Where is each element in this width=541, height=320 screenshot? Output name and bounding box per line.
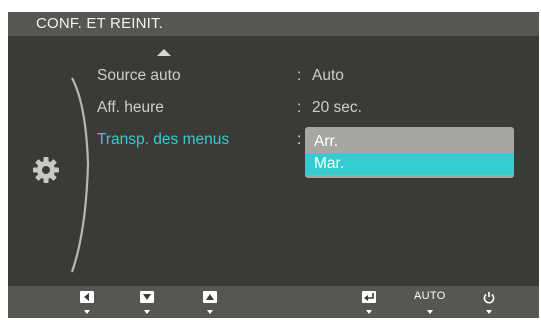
menu-item-label: Aff. heure bbox=[97, 99, 164, 116]
menu-item-separator: : bbox=[297, 99, 302, 116]
title-bar: CONF. ET REINIT. bbox=[8, 12, 539, 36]
menu-item-label: Transp. des menus bbox=[97, 131, 230, 148]
down-arrow-icon bbox=[140, 291, 154, 303]
indicator-down-icon bbox=[486, 310, 492, 314]
indicator-down-icon bbox=[427, 310, 433, 314]
osd-menu-window: CONF. ET REINIT. Source auto : Auto Aff.… bbox=[8, 12, 539, 318]
left-arrow-icon bbox=[80, 291, 94, 303]
option-label: Mar. bbox=[314, 155, 345, 172]
menu-item-separator: : bbox=[297, 67, 302, 84]
button-guide-bar: AUTO bbox=[8, 286, 539, 318]
indicator-down-icon bbox=[207, 310, 213, 314]
menu-item-value: Auto bbox=[312, 67, 344, 84]
menu-item-value: 20 sec. bbox=[312, 99, 362, 116]
power-icon bbox=[483, 292, 495, 304]
gear-icon bbox=[33, 157, 59, 183]
option-label: Arr. bbox=[314, 133, 339, 150]
indicator-down-icon bbox=[144, 310, 150, 314]
enter-icon bbox=[362, 291, 376, 303]
indicator-down-icon bbox=[366, 310, 372, 314]
transparency-dropdown[interactable]: Arr. Mar. bbox=[305, 127, 514, 178]
indicator-down-icon bbox=[84, 310, 90, 314]
menu-item-separator: : bbox=[297, 131, 302, 148]
menu-title: CONF. ET REINIT. bbox=[36, 15, 164, 32]
menu-item-label: Source auto bbox=[97, 67, 181, 84]
auto-label: AUTO bbox=[414, 290, 446, 302]
dropdown-option-arr[interactable]: Arr. bbox=[305, 131, 514, 153]
up-arrow-icon bbox=[203, 291, 217, 303]
scroll-up-icon[interactable] bbox=[157, 49, 171, 56]
dropdown-option-mar[interactable]: Mar. bbox=[305, 153, 514, 175]
